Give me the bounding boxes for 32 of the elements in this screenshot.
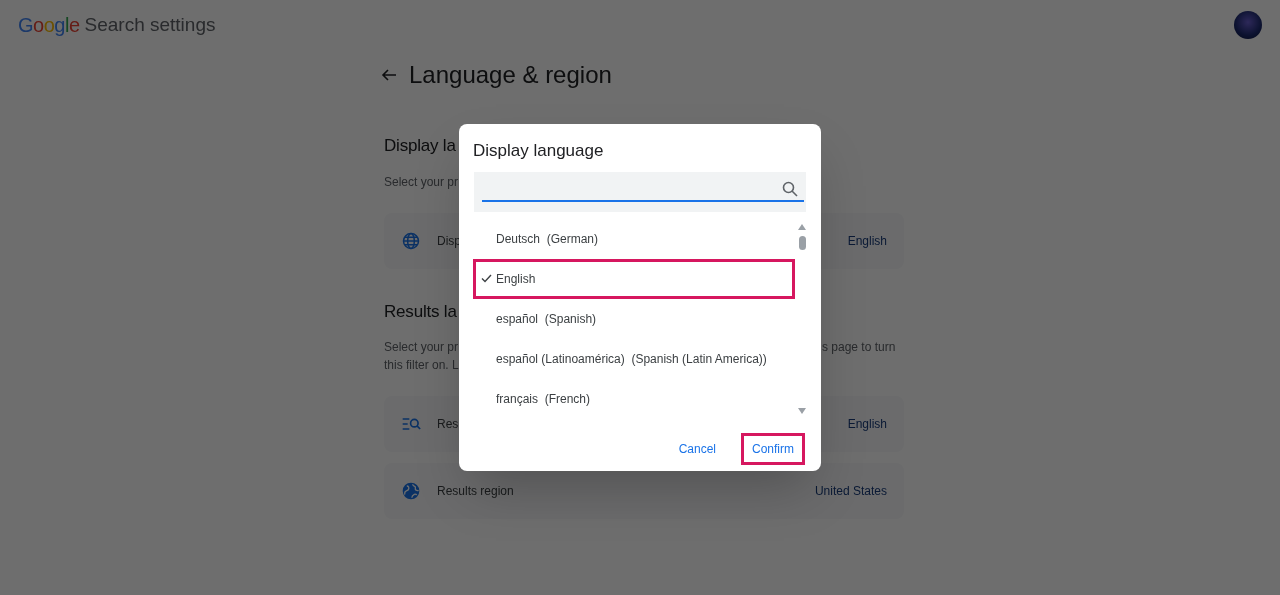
section-description: Select your pr	[384, 339, 459, 356]
setting-value: English	[847, 416, 887, 433]
section-description: Select your pr	[384, 173, 459, 191]
back-arrow-icon[interactable]	[381, 67, 397, 83]
language-option[interactable]: français (French)	[473, 378, 795, 419]
page-title: Language & region	[409, 60, 612, 90]
section-description: this filter on. L	[384, 357, 459, 374]
avatar[interactable]	[1234, 11, 1262, 39]
search-icon[interactable]	[782, 180, 798, 197]
setting-value: United States	[814, 483, 887, 500]
dialog-title: Display language	[473, 140, 605, 162]
globe-icon	[401, 230, 421, 251]
search-list-icon	[401, 416, 421, 432]
google-logo: Google	[18, 13, 80, 38]
section-description: s page to turn	[822, 339, 897, 356]
language-option[interactable]: español (Spanish)	[473, 298, 795, 339]
page-header-title: Search settings	[84, 12, 216, 37]
dialog-button[interactable]: Confirm	[741, 432, 805, 465]
search-field[interactable]	[474, 171, 806, 212]
scroll-down-icon[interactable]	[798, 407, 806, 414]
scroll-up-icon[interactable]	[798, 223, 806, 230]
scrollbar-thumb[interactable]	[798, 235, 806, 250]
section-heading: Display la	[384, 135, 456, 157]
language-option[interactable]: English	[473, 258, 795, 299]
language-option[interactable]: Deutsch (German)	[473, 218, 795, 259]
setting-label: Res	[437, 416, 459, 433]
section-heading: Results la	[384, 300, 457, 323]
language-option[interactable]: español (Latinoamérica) (Spanish (Latin America))	[473, 338, 795, 379]
globe-icon	[401, 481, 421, 501]
setting-value: English	[847, 232, 887, 250]
checkmark-icon	[481, 274, 492, 283]
setting-label: Results region	[437, 483, 514, 500]
